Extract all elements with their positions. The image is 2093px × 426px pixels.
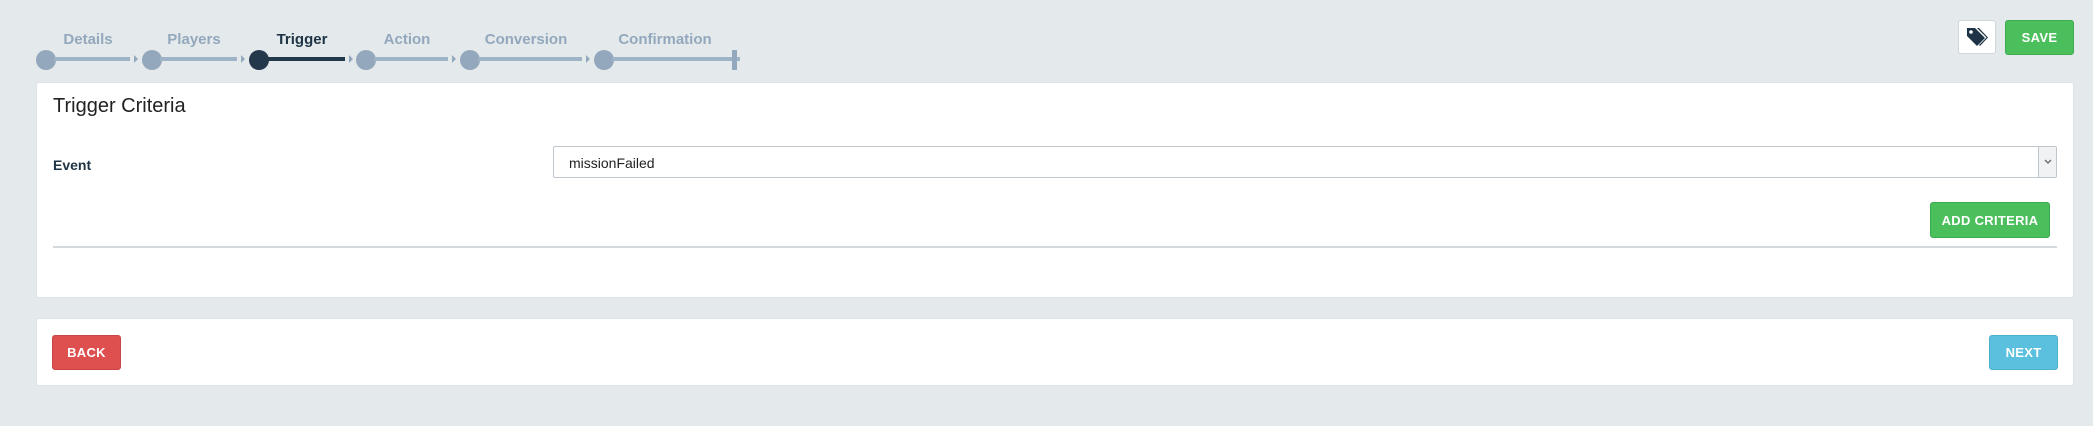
event-label: Event (53, 157, 92, 173)
step-separator-icon (452, 55, 456, 63)
tags-button[interactable] (1958, 20, 1996, 54)
criteria-divider (53, 246, 2057, 248)
step-details-dot[interactable] (36, 50, 56, 70)
step-action-line (374, 57, 448, 61)
step-separator-icon (349, 55, 353, 63)
next-button[interactable]: NEXT (1989, 335, 2058, 370)
step-action-label[interactable]: Action (384, 31, 431, 48)
step-separator-icon (134, 55, 138, 63)
step-separator-icon (586, 55, 590, 63)
save-button[interactable]: SAVE (2005, 20, 2074, 55)
panel-title: Trigger Criteria (53, 95, 186, 117)
trigger-criteria-panel: Trigger Criteria Event missionFailed (36, 82, 2074, 298)
step-conversion-line (478, 57, 582, 61)
navigation-panel (36, 318, 2074, 386)
step-details-line (54, 57, 130, 61)
wizard-progress: Details Players Trigger Action Conversio… (36, 0, 746, 75)
back-button[interactable]: BACK (52, 335, 121, 370)
step-players-dot[interactable] (142, 50, 162, 70)
step-trigger-line (267, 57, 345, 61)
step-separator-icon (241, 55, 245, 63)
step-conversion-dot[interactable] (460, 50, 480, 70)
step-details-label[interactable]: Details (63, 31, 112, 48)
wizard-end-marker (732, 50, 737, 70)
tags-icon (1967, 28, 1988, 46)
step-trigger-dot[interactable] (249, 50, 269, 70)
event-select[interactable]: missionFailed (553, 146, 2057, 178)
step-players-label[interactable]: Players (167, 31, 220, 48)
step-action-dot[interactable] (356, 50, 376, 70)
chevron-down-icon[interactable] (2038, 147, 2056, 177)
step-conversion-label[interactable]: Conversion (485, 31, 568, 48)
step-confirmation-label[interactable]: Confirmation (618, 31, 711, 48)
event-select-value: missionFailed (569, 155, 655, 171)
step-players-line (160, 57, 237, 61)
step-trigger-label[interactable]: Trigger (277, 31, 328, 48)
add-criteria-button[interactable]: ADD CRITERIA (1930, 202, 2050, 238)
step-confirmation-line (612, 57, 740, 61)
step-confirmation-dot[interactable] (594, 50, 614, 70)
